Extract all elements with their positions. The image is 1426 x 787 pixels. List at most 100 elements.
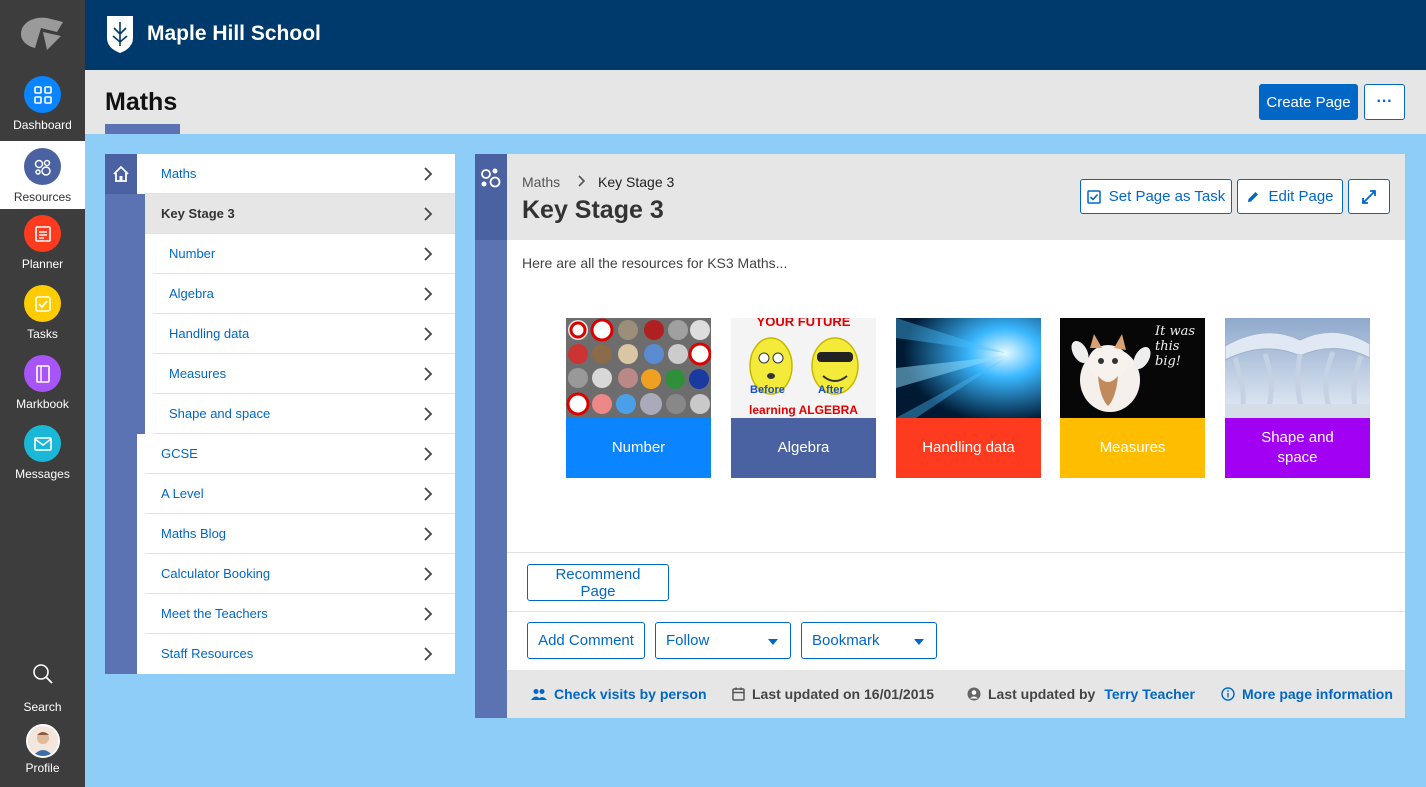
nav-item-label: Algebra: [169, 286, 214, 301]
resource-tile-algebra[interactable]: YOUR FUTURE Before After learning ALGEBR…: [731, 318, 876, 478]
measures-image-caption: It was this big!: [1155, 324, 1196, 369]
title-underline: [105, 124, 180, 134]
create-page-button[interactable]: Create Page: [1259, 84, 1358, 120]
chevron-right-icon: [424, 327, 433, 341]
measures-tile-image: It was this big!: [1060, 318, 1205, 418]
school-crest-icon[interactable]: [105, 14, 135, 54]
edit-page-button[interactable]: Edit Page: [1237, 179, 1343, 214]
divider: [507, 611, 1405, 612]
nav-item-meet-the-teachers[interactable]: Meet the Teachers: [145, 594, 455, 634]
more-page-information-link[interactable]: More page information: [1221, 686, 1393, 702]
nav-item-calculator-booking[interactable]: Calculator Booking: [145, 554, 455, 594]
planner-icon: [24, 215, 61, 252]
follow-dropdown[interactable]: Follow: [655, 622, 791, 659]
rail-messages[interactable]: Messages: [0, 425, 85, 493]
chevron-right-icon: [424, 287, 433, 301]
chevron-right-icon: [424, 367, 433, 381]
nav-sub-rail: [137, 194, 145, 434]
chevron-right-icon: [424, 247, 433, 261]
shape-and-space-tile-image: [1225, 318, 1370, 418]
page-info-bar: Check visits by person Last updated on 1…: [507, 670, 1405, 718]
nav-item-maths-blog[interactable]: Maths Blog: [145, 514, 455, 554]
number-tile-image: [566, 318, 711, 418]
checkbox-icon: [1087, 189, 1101, 204]
nav-item-label: Key Stage 3: [161, 206, 235, 221]
nav-item-staff-resources[interactable]: Staff Resources: [145, 634, 455, 674]
rail-planner[interactable]: Planner: [0, 215, 85, 283]
chevron-right-icon: [424, 207, 433, 221]
bookmark-dropdown[interactable]: Bookmark: [801, 622, 937, 659]
resource-tile-shape-and-space[interactable]: Shape and space: [1225, 318, 1370, 478]
expand-button[interactable]: [1348, 179, 1390, 214]
chevron-right-icon: [424, 607, 433, 621]
check-visits-label: Check visits by person: [554, 686, 707, 702]
nav-item-handling-data[interactable]: Handling data: [153, 314, 455, 354]
home-icon: [113, 165, 129, 182]
tile-caption: Measures: [1060, 418, 1205, 478]
chevron-right-icon: [424, 567, 433, 581]
more-page-information-label: More page information: [1242, 686, 1393, 702]
set-page-as-task-label: Set Page as Task: [1108, 188, 1226, 205]
messages-icon: [24, 425, 61, 462]
set-page-as-task-button[interactable]: Set Page as Task: [1080, 179, 1232, 214]
last-updated-by: Last updated by Terry Teacher: [967, 686, 1195, 702]
rail-search[interactable]: Search: [0, 660, 85, 728]
page-intro-text: Here are all the resources for KS3 Maths…: [522, 255, 788, 271]
check-visits-link[interactable]: Check visits by person: [531, 686, 707, 702]
rail-tasks[interactable]: Tasks: [0, 285, 85, 353]
nav-item-label: Maths: [161, 166, 197, 181]
nav-item-a-level[interactable]: A Level: [145, 474, 455, 514]
content-title: Key Stage 3: [522, 196, 664, 224]
resource-tile-measures[interactable]: It was this big! Measures: [1060, 318, 1205, 478]
recommend-page-button[interactable]: Recommend Page: [527, 564, 669, 601]
bookmark-dropdown-label: Bookmark: [812, 632, 880, 649]
last-updated-date-text: Last updated on 16/01/2015: [752, 686, 935, 702]
app-rail: Dashboard Resources Planner Tasks Markbo…: [0, 0, 85, 787]
page-content-header: Maths Key Stage 3 Key Stage 3 Set Page a…: [507, 154, 1405, 240]
nav-item-number[interactable]: Number: [153, 234, 455, 274]
add-comment-button[interactable]: Add Comment: [527, 622, 645, 659]
app-logo-icon[interactable]: [17, 14, 67, 54]
divider: [507, 552, 1405, 553]
chevron-right-icon: [424, 647, 433, 661]
nav-item-gcse[interactable]: GCSE: [145, 434, 455, 474]
nav-item-label: Meet the Teachers: [161, 606, 268, 621]
breadcrumb-root[interactable]: Maths: [522, 174, 560, 190]
rail-label-markbook: Markbook: [16, 397, 69, 411]
chevron-right-icon: [424, 527, 433, 541]
page-content-panel: Maths Key Stage 3 Key Stage 3 Set Page a…: [475, 154, 1405, 718]
nav-item-maths[interactable]: Maths: [145, 154, 455, 194]
nav-item-label: GCSE: [161, 446, 198, 461]
nav-item-label: Number: [169, 246, 216, 261]
edit-page-label: Edit Page: [1268, 188, 1334, 205]
nav-item-measures[interactable]: Measures: [153, 354, 455, 394]
rail-markbook[interactable]: Markbook: [0, 355, 85, 423]
panel-rail-header: [475, 154, 507, 240]
resource-tile-number[interactable]: Number: [566, 318, 711, 478]
rail-label-search: Search: [23, 700, 62, 714]
algebra-image-caption-bottom: learning ALGEBRA: [749, 403, 858, 417]
nav-item-algebra[interactable]: Algebra: [153, 274, 455, 314]
school-header: Maple Hill School: [85, 0, 1426, 70]
people-icon: [531, 689, 547, 700]
author-link[interactable]: Terry Teacher: [1104, 686, 1195, 702]
rail-profile[interactable]: Profile: [0, 724, 85, 787]
resource-tile-handling-data[interactable]: Handling data: [896, 318, 1041, 478]
page-tree-nav: Maths Key Stage 3 Number Algebra Handlin…: [105, 154, 455, 674]
more-options-button[interactable]: ···: [1364, 84, 1405, 120]
school-name[interactable]: Maple Hill School: [147, 22, 321, 46]
rail-resources[interactable]: Resources: [0, 141, 85, 209]
rail-label-planner: Planner: [21, 257, 64, 271]
nav-item-shape-and-space[interactable]: Shape and space: [153, 394, 455, 434]
chevron-right-icon: [424, 447, 433, 461]
chevron-right-icon: [424, 167, 433, 181]
nav-item-key-stage-3[interactable]: Key Stage 3: [145, 194, 455, 234]
rail-label-profile: Profile: [25, 761, 60, 775]
calendar-icon: [732, 687, 745, 701]
info-icon: [1221, 687, 1235, 701]
home-button[interactable]: [105, 154, 137, 194]
nav-item-label: Maths Blog: [161, 526, 227, 541]
rail-dashboard[interactable]: Dashboard: [0, 76, 85, 144]
nav-item-label: Calculator Booking: [161, 566, 271, 581]
caret-down-icon: [768, 639, 778, 645]
